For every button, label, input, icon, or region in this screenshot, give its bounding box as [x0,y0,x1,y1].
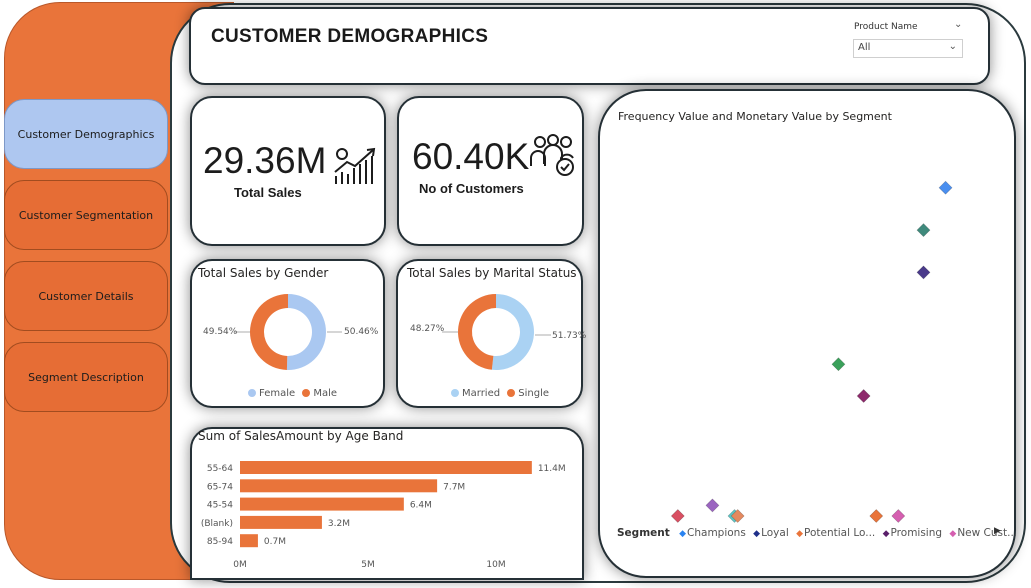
scatter-point[interactable] [869,509,884,523]
diamond-icon: ◆ [753,529,761,539]
bar-category-label: 85-94 [207,537,233,547]
nav-label: Customer Details [38,289,134,303]
legend-label-married: Married [462,388,501,399]
chart-legend: Female Male [248,388,337,399]
scatter-point[interactable] [705,498,720,513]
donut-slice-male[interactable] [249,294,288,370]
kpi-card-customers: 60.40K No of Customers [397,96,584,246]
diamond-icon: ◆ [796,529,803,539]
age-band-chart-card: Sum of SalesAmount by Age Band 55-64 11.4… [190,427,584,580]
scatter-point[interactable] [670,509,685,523]
legend-label-single: Single [518,388,550,399]
legend-item-promising[interactable]: ◆Promising [883,527,942,539]
scatter-point[interactable] [831,357,846,372]
scatter-point[interactable] [891,509,906,523]
chart-legend: Married Single [451,388,549,399]
bar-6574[interactable] [240,479,438,493]
segment-scatter-plot [670,180,953,523]
bar-blank[interactable] [240,515,322,529]
legend-marker [451,389,459,397]
diamond-icon: ◆ [882,529,890,539]
scatter-point[interactable] [916,265,931,280]
rising-chart-icon [334,147,376,184]
slicer-collapse-icon[interactable]: ⌄ [954,19,962,30]
nav-button-customer-details[interactable]: Customer Details [4,261,168,331]
nav-button-customer-demographics[interactable]: Customer Demographics [4,99,168,169]
legend-label: Loyal [761,527,789,539]
age-band-bar-chart: 55-64 11.4M 65-74 7.7M 45-54 6.4M (Blank) 3.2M 8… [201,461,566,570]
page-title: CUSTOMER DEMOGRAPHICS [211,26,489,47]
kpi-value-total-sales: 29.36M [203,140,327,181]
nav-label: Customer Demographics [17,127,155,141]
legend-marker [302,389,311,397]
nav-button-customer-segmentation[interactable]: Customer Segmentation [4,180,168,250]
data-label-single: 48.27% [410,324,445,334]
diamond-icon: ◆ [679,529,687,539]
bar-category-label: 65-74 [207,482,233,492]
segment-legend: Segment ◆Champions ◆Loyal ◆Potential Lo.… [617,527,1021,539]
kpi-label-total-sales: Total Sales [234,185,302,200]
bar-category-label: 45-54 [207,501,233,511]
kpi-value-customers: 60.40K [412,136,530,177]
segment-scatter-card: Frequency Value and Monetary Value by Se… [598,89,1017,578]
bar-value-label: 6.4M [410,501,432,511]
legend-item-potential-loyalist[interactable]: ◆Potential Lo... [796,527,875,539]
nav-label: Segment Description [28,370,144,384]
scatter-point[interactable] [938,180,953,195]
donut-slice-female[interactable] [286,294,326,370]
bar-value-label: 11.4M [538,464,566,474]
legend-marker [507,389,516,397]
donut-slice-single[interactable] [458,294,496,370]
header-card: CUSTOMER DEMOGRAPHICS Product Name ⌄ All… [189,7,990,85]
marital-chart-card: Total Sales by Marital Status 48.27% 51.… [396,259,587,408]
scatter-point[interactable] [916,223,931,237]
legend-label-male: Male [313,388,338,399]
gender-chart-card: Total Sales by Gender 49.54% 50.46% Fema… [190,259,385,408]
bar-value-label: 3.2M [328,519,350,529]
legend-label: Promising [890,527,943,539]
donut-slice-married[interactable] [491,294,535,370]
bar-5564[interactable] [240,461,532,474]
bar-category-label: (Blank) [201,519,233,529]
x-tick-label: 5M [361,560,375,570]
slicer-value: All [858,42,871,53]
legend-title: Segment [617,527,670,539]
nav-button-segment-description[interactable]: Segment Description [4,342,168,412]
kpi-card-total-sales: 29.36M Total Sales [190,96,386,246]
scatter-point[interactable] [856,389,871,403]
data-label-married: 51.73% [552,331,587,341]
x-tick-label: 10M [486,560,505,570]
legend-label: Potential Lo... [804,527,876,539]
legend-item-loyal[interactable]: ◆Loyal [753,527,789,539]
kpi-label-customers: No of Customers [419,181,524,196]
legend-marker [248,389,256,397]
product-name-slicer[interactable]: All ⌄ [853,39,963,58]
legend-next-arrow-icon[interactable]: ▶ [994,526,1001,536]
slicer-label: Product Name [854,22,918,32]
bar-4554[interactable] [240,497,404,511]
chevron-down-icon: ⌄ [948,41,957,52]
legend-label: New Cust... [957,527,1018,539]
diamond-icon: ◆ [949,529,957,539]
customer-group-icon [530,134,574,176]
legend-label: Champions [687,527,746,539]
x-tick-label: 0M [233,560,247,570]
bar-value-label: 0.7M [264,537,286,547]
legend-item-champions[interactable]: ◆Champions [679,527,746,539]
legend-item-new-customers[interactable]: ◆New Cust... [949,527,1017,539]
data-label-male: 49.54% [203,327,238,337]
nav-label: Customer Segmentation [18,208,154,222]
bar-category-label: 55-64 [207,464,233,474]
data-label-female: 50.46% [344,327,379,337]
legend-label-female: Female [259,388,296,399]
bar-8594[interactable] [240,534,258,548]
bar-value-label: 7.7M [443,482,465,492]
